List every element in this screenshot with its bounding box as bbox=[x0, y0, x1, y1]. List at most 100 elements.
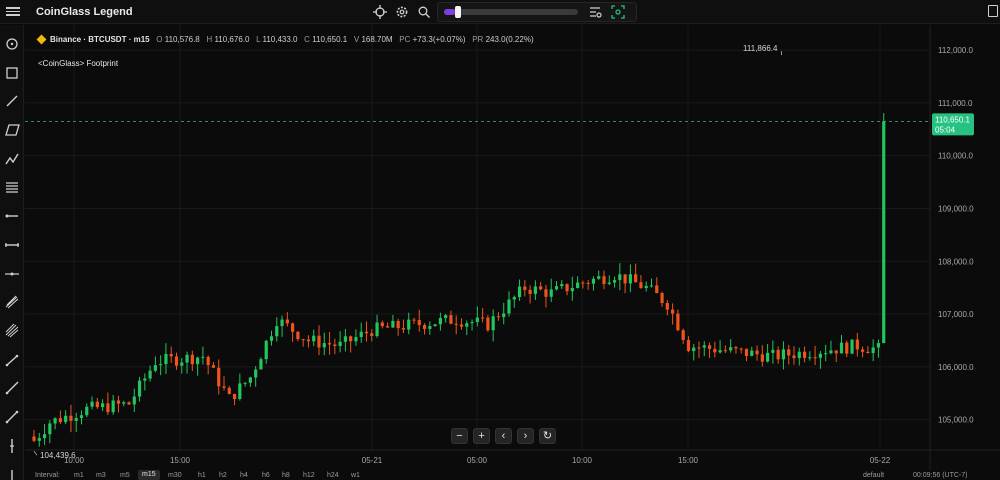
arrow-line-icon[interactable] bbox=[2, 264, 22, 284]
parallel-channel-icon[interactable] bbox=[2, 120, 22, 140]
interval-m1[interactable]: m1 bbox=[74, 472, 84, 479]
candle-body bbox=[591, 278, 596, 284]
crosshair-icon[interactable] bbox=[373, 5, 387, 19]
vertical-line-icon[interactable] bbox=[2, 436, 22, 456]
fib-retracement-icon[interactable] bbox=[2, 178, 22, 198]
gann-icon[interactable] bbox=[2, 321, 22, 341]
candle-body bbox=[285, 319, 289, 324]
indicator-label[interactable]: <CoinGlass> Footprint bbox=[38, 59, 118, 68]
x-tick-label: 10:00 bbox=[572, 456, 593, 465]
candle-body bbox=[861, 349, 865, 352]
candle-body bbox=[459, 324, 464, 327]
reset-button[interactable]: ↻ bbox=[539, 428, 556, 444]
ray-icon[interactable] bbox=[2, 378, 22, 398]
candle-body bbox=[576, 282, 580, 288]
candle-body bbox=[512, 297, 516, 300]
pitchfork-icon[interactable] bbox=[2, 292, 22, 312]
trend-line-icon[interactable] bbox=[2, 91, 22, 111]
capture-icon[interactable] bbox=[611, 5, 625, 19]
price-chart[interactable]: 112,000.0 111,000.0 110,000.0 109,000.0 108,… bbox=[25, 25, 1000, 480]
candle-body bbox=[634, 274, 638, 283]
zoom-in-button[interactable]: + bbox=[473, 428, 490, 444]
interval-m30[interactable]: m30 bbox=[168, 472, 182, 479]
slider-knob[interactable] bbox=[454, 6, 461, 18]
text-icon[interactable] bbox=[2, 465, 22, 480]
scroll-right-button[interactable]: › bbox=[517, 428, 534, 444]
candle-body bbox=[417, 320, 421, 326]
candle-body bbox=[359, 331, 363, 338]
candle-body bbox=[79, 415, 84, 419]
interval-m5[interactable]: m5 bbox=[120, 472, 130, 479]
candle-body bbox=[502, 313, 506, 318]
interval-bar: Interval: default 00:09:56 (UTC-7) m1 m3 m… bbox=[25, 470, 1000, 480]
candle-body bbox=[660, 293, 664, 304]
candle-body bbox=[597, 276, 601, 279]
candle-body bbox=[481, 317, 485, 319]
rectangle-icon[interactable] bbox=[2, 63, 22, 83]
candle-body bbox=[438, 317, 442, 325]
symbol-legend: Binance · BTCUSDT · m15 O 110,576.8 H 11… bbox=[36, 34, 534, 45]
candle-body bbox=[201, 356, 205, 358]
interval-m15[interactable]: m15 bbox=[138, 470, 160, 480]
zoom-out-button[interactable]: − bbox=[451, 428, 468, 444]
candle-body bbox=[401, 328, 406, 330]
zoom-slider[interactable] bbox=[444, 6, 578, 18]
segment-icon[interactable] bbox=[2, 350, 22, 370]
candle-body bbox=[528, 289, 532, 294]
horizontal-line-icon[interactable] bbox=[2, 235, 22, 255]
candle-body bbox=[802, 351, 807, 358]
legend-price-change: +73.3(+0.07%) bbox=[412, 35, 466, 44]
candle-body bbox=[90, 401, 94, 407]
candle-body bbox=[718, 350, 722, 353]
candle-body bbox=[153, 365, 157, 371]
legend-v-label: V bbox=[353, 35, 360, 44]
path-icon[interactable] bbox=[2, 149, 22, 169]
candle-body bbox=[217, 367, 221, 387]
candle-body bbox=[85, 406, 89, 416]
utc-clock[interactable]: 00:09:56 (UTC-7) bbox=[913, 472, 967, 479]
candle-body bbox=[776, 349, 780, 360]
hamburger-icon[interactable] bbox=[6, 5, 20, 19]
candle-body bbox=[338, 341, 342, 346]
candle-body bbox=[686, 340, 691, 352]
interval-w1[interactable]: w1 bbox=[351, 472, 360, 479]
crosshair-icon[interactable] bbox=[2, 34, 22, 54]
list-settings-icon[interactable] bbox=[588, 5, 602, 19]
interval-h8[interactable]: h8 bbox=[282, 472, 290, 479]
interval-h24[interactable]: h24 bbox=[327, 472, 339, 479]
horizontal-ray-icon[interactable] bbox=[2, 206, 22, 226]
x-tick-label: 05-21 bbox=[362, 456, 383, 465]
candle-body bbox=[882, 121, 886, 344]
last-price-label: 110,650.1 bbox=[935, 115, 971, 124]
interval-h2[interactable]: h2 bbox=[219, 472, 227, 479]
candle-body bbox=[391, 320, 395, 328]
candle-body bbox=[148, 370, 152, 379]
candle-body bbox=[211, 365, 216, 368]
candle-body bbox=[243, 382, 247, 384]
layout-name[interactable]: default bbox=[863, 472, 884, 479]
candle-body bbox=[649, 285, 654, 287]
panel-toggle-icon[interactable] bbox=[988, 5, 998, 17]
interval-h4[interactable]: h4 bbox=[240, 472, 248, 479]
candle-body bbox=[132, 396, 136, 405]
candle-body bbox=[544, 289, 548, 297]
legend-pc-label: PC bbox=[399, 35, 411, 44]
interval-h12[interactable]: h12 bbox=[303, 472, 315, 479]
candle-body bbox=[185, 354, 189, 363]
interval-h6[interactable]: h6 bbox=[262, 472, 270, 479]
scroll-left-button[interactable]: ‹ bbox=[495, 428, 512, 444]
candle-body bbox=[702, 345, 706, 348]
legend-o-label: O bbox=[156, 35, 163, 44]
interval-m3[interactable]: m3 bbox=[96, 472, 106, 479]
candle-body bbox=[269, 336, 274, 341]
ruler-icon[interactable] bbox=[2, 407, 22, 427]
candle-body bbox=[375, 322, 379, 337]
candle-body bbox=[301, 339, 305, 341]
candle-body bbox=[248, 377, 252, 383]
legend-low: 110,433.0 bbox=[262, 35, 298, 44]
candle-body bbox=[681, 330, 685, 341]
gear-icon[interactable] bbox=[395, 5, 409, 19]
search-icon[interactable] bbox=[417, 5, 431, 19]
legend-price-range: 243.0(0.22%) bbox=[485, 35, 534, 44]
interval-h1[interactable]: h1 bbox=[198, 472, 206, 479]
